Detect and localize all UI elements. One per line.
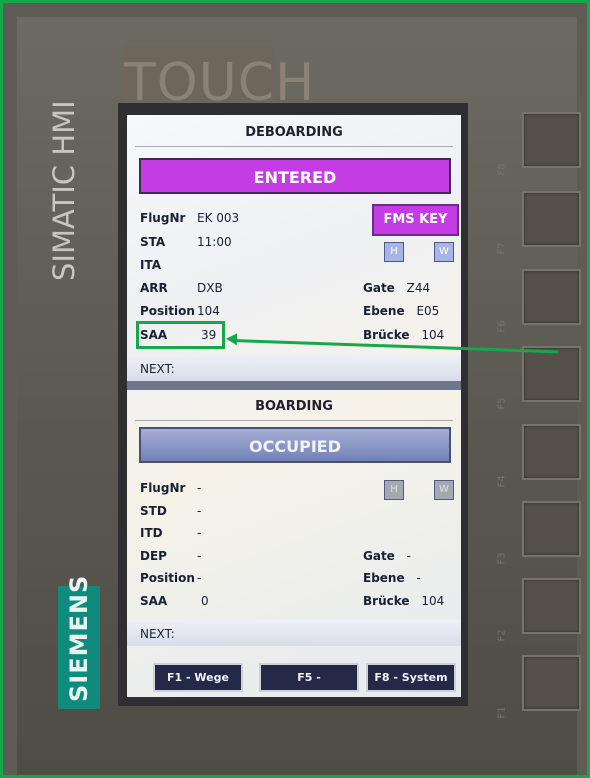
boarding-flugnr-value: - xyxy=(197,481,202,495)
deboarding-flugnr-value: EK 003 xyxy=(197,211,240,225)
boarding-h-button[interactable]: H xyxy=(384,480,404,500)
boarding-w-button[interactable]: W xyxy=(434,480,454,500)
boarding-title: BOARDING xyxy=(255,399,333,414)
fms-key-button[interactable]: FMS KEY xyxy=(372,204,459,236)
boarding-itd-row: ITD - xyxy=(140,526,201,540)
deboarding-bruecke-label: Brücke xyxy=(363,328,410,342)
boarding-std-label: STD xyxy=(140,504,167,518)
function-key-label-f6: F6 xyxy=(496,320,508,333)
boarding-saa-label: SAA xyxy=(140,594,168,608)
function-key-label-f7: F7 xyxy=(496,242,508,255)
footer-button-f1-wege[interactable]: F1 - Wege xyxy=(153,663,243,692)
boarding-saa-row: SAA 0 xyxy=(140,594,209,608)
function-key-f3[interactable] xyxy=(522,501,581,557)
boarding-position-value: - xyxy=(197,571,202,585)
deboarding-flugnr-label: FlugNr xyxy=(140,211,186,225)
deboarding-h-button[interactable]: H xyxy=(384,242,404,262)
deboarding-flugnr-row: FlugNr EK 003 xyxy=(140,211,239,225)
saa-pointer-arrowhead xyxy=(225,332,238,346)
deboarding-status[interactable]: ENTERED xyxy=(139,158,451,194)
deboarding-sta-value: 11:00 xyxy=(197,235,232,249)
deboarding-position-label: Position xyxy=(140,304,195,318)
function-key-f4[interactable] xyxy=(522,424,581,480)
boarding-bruecke-row: Brücke 104 xyxy=(363,594,444,608)
deboarding-ebene-row: Ebene E05 xyxy=(363,304,439,318)
deboarding-sta-label: STA xyxy=(140,235,166,249)
function-key-f8[interactable] xyxy=(522,112,581,168)
screenshot-frame: TOUCH SIMATIC HMI SIEMENS F8 F7 F6 F5 F4… xyxy=(0,0,590,778)
deboarding-title: DEBOARDING xyxy=(245,125,343,140)
function-key-label-f2: F2 xyxy=(496,629,508,642)
deboarding-sta-row: STA 11:00 xyxy=(140,235,232,249)
boarding-gate-label: Gate xyxy=(363,549,395,563)
deboarding-ebene-label: Ebene xyxy=(363,304,405,318)
boarding-std-value: - xyxy=(197,504,202,518)
boarding-saa-value: 0 xyxy=(201,594,209,608)
boarding-bruecke-value: 104 xyxy=(421,594,445,608)
saa-highlight-box xyxy=(136,321,225,349)
deboarding-arr-value: DXB xyxy=(197,281,223,295)
boarding-std-row: STD - xyxy=(140,504,201,518)
boarding-gate-row: Gate - xyxy=(363,549,411,563)
hmi-screen: DEBOARDING ENTERED FMS KEY H W FlugNr EK… xyxy=(127,115,461,697)
footer-button-f8-system[interactable]: F8 - System xyxy=(366,663,456,692)
boarding-dep-value: - xyxy=(197,549,202,563)
function-key-f5[interactable] xyxy=(522,346,581,402)
function-key-label-f5: F5 xyxy=(496,397,508,410)
boarding-ebene-row: Ebene - xyxy=(363,571,421,585)
function-key-label-f4: F4 xyxy=(496,475,508,488)
section-separator xyxy=(127,381,461,390)
deboarding-position-value: 104 xyxy=(197,304,220,318)
deboarding-w-button[interactable]: W xyxy=(434,242,454,262)
function-key-f6[interactable] xyxy=(522,269,581,325)
deboarding-ita-label: ITA xyxy=(140,258,162,272)
boarding-ebene-label: Ebene xyxy=(363,571,405,585)
deboarding-gate-value: Z44 xyxy=(406,281,431,295)
boarding-position-row: Position - xyxy=(140,571,201,585)
boarding-position-label: Position xyxy=(140,571,195,585)
boarding-flugnr-label: FlugNr xyxy=(140,481,186,495)
function-key-label-f1: F1 xyxy=(496,706,508,719)
deboarding-ita-row: ITA xyxy=(140,258,161,272)
siemens-logo: SIEMENS xyxy=(65,574,93,702)
boarding-flugnr-row: FlugNr - xyxy=(140,481,201,495)
deboarding-bruecke-value: 104 xyxy=(421,328,445,342)
boarding-next-label: NEXT: xyxy=(140,627,175,641)
deboarding-next-label: NEXT: xyxy=(140,362,175,376)
boarding-gate-value: - xyxy=(406,549,411,563)
function-key-f1[interactable] xyxy=(522,655,581,711)
boarding-dep-row: DEP - xyxy=(140,549,201,563)
deboarding-bruecke-row: Brücke 104 xyxy=(363,328,444,342)
deboarding-arr-row: ARR DXB xyxy=(140,281,223,295)
deboarding-divider xyxy=(135,146,453,147)
deboarding-gate-label: Gate xyxy=(363,281,395,295)
deboarding-ebene-value: E05 xyxy=(416,304,440,318)
boarding-next-band xyxy=(127,620,461,646)
footer-button-f5-meldungen[interactable]: F5 - Meldungen xyxy=(259,663,359,697)
boarding-ebene-value: - xyxy=(416,571,421,585)
boarding-divider xyxy=(135,420,453,421)
function-key-label-f3: F3 xyxy=(496,552,508,565)
deboarding-position-row: Position 104 xyxy=(140,304,220,318)
simatic-hmi-label: SIMATIC HMI xyxy=(47,100,81,281)
deboarding-next-band xyxy=(127,355,461,381)
deboarding-gate-row: Gate Z44 xyxy=(363,281,430,295)
function-key-label-f8: F8 xyxy=(496,163,508,176)
deboarding-arr-label: ARR xyxy=(140,281,168,295)
function-key-f2[interactable] xyxy=(522,578,581,634)
boarding-itd-label: ITD xyxy=(140,526,163,540)
boarding-dep-label: DEP xyxy=(140,549,167,563)
boarding-status[interactable]: OCCUPIED xyxy=(139,427,451,463)
boarding-bruecke-label: Brücke xyxy=(363,594,410,608)
function-key-f7[interactable] xyxy=(522,191,581,247)
boarding-itd-value: - xyxy=(197,526,202,540)
